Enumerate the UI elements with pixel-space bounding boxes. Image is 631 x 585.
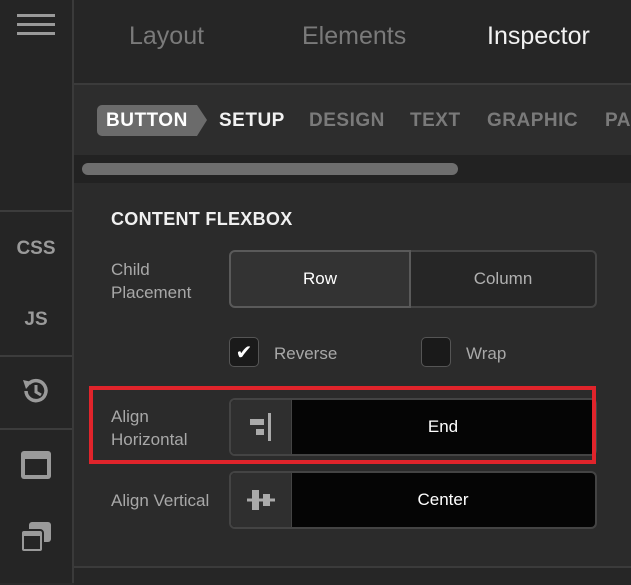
tab-layout[interactable]: Layout (129, 22, 204, 51)
align-vertical-label: Align Vertical (111, 491, 210, 510)
horizontal-scrollbar[interactable] (74, 155, 631, 183)
breadcrumb: BUTTON SETUP DESIGN TEXT GRAPHIC PA (74, 85, 631, 155)
child-placement-label: Child Placement (111, 260, 192, 302)
hamburger-menu-icon[interactable] (0, 8, 72, 42)
js-button[interactable]: JS (0, 303, 72, 337)
breadcrumb-overflow[interactable]: PA (605, 110, 631, 132)
breadcrumb-button[interactable]: BUTTON (97, 105, 207, 136)
css-button[interactable]: CSS (0, 232, 72, 266)
window-icon[interactable] (0, 447, 72, 483)
breadcrumb-text[interactable]: TEXT (410, 110, 461, 132)
align-vertical-select[interactable]: Center (229, 471, 597, 529)
reverse-label: Reverse (274, 344, 338, 363)
align-horizontal-select[interactable]: End (229, 398, 597, 456)
breadcrumb-setup[interactable]: SETUP (219, 110, 285, 132)
breadcrumb-design[interactable]: DESIGN (309, 110, 385, 132)
align-vertical-value: Center (417, 490, 469, 509)
wrap-label: Wrap (466, 344, 507, 363)
content-flexbox-section: CONTENT FLEXBOX Child Placement Row Colu… (74, 183, 631, 566)
stacked-windows-icon[interactable] (0, 518, 72, 556)
align-horizontal-value: End (427, 417, 459, 436)
align-end-icon (231, 400, 292, 454)
placement-column-button[interactable]: Column (411, 250, 597, 308)
align-center-icon (231, 473, 292, 527)
tab-elements[interactable]: Elements (302, 22, 406, 51)
history-icon[interactable] (0, 372, 72, 410)
inspector-panel: Layout Elements Inspector BUTTON SETUP D… (74, 0, 631, 583)
wrap-checkbox[interactable] (421, 337, 451, 367)
scrollbar-thumb[interactable] (82, 163, 458, 175)
panel-bottom-edge (74, 566, 631, 585)
placement-row-button[interactable]: Row (229, 250, 411, 308)
left-rail: CSS JS (0, 0, 74, 583)
tab-inspector[interactable]: Inspector (487, 22, 590, 51)
reverse-checkbox[interactable]: ✔ (229, 337, 259, 367)
align-horizontal-label: Align Horizontal (111, 407, 188, 449)
checkmark-icon: ✔ (235, 341, 253, 364)
panel-tabs: Layout Elements Inspector (74, 0, 631, 85)
section-title: CONTENT FLEXBOX (111, 209, 293, 229)
breadcrumb-graphic[interactable]: GRAPHIC (487, 110, 578, 132)
